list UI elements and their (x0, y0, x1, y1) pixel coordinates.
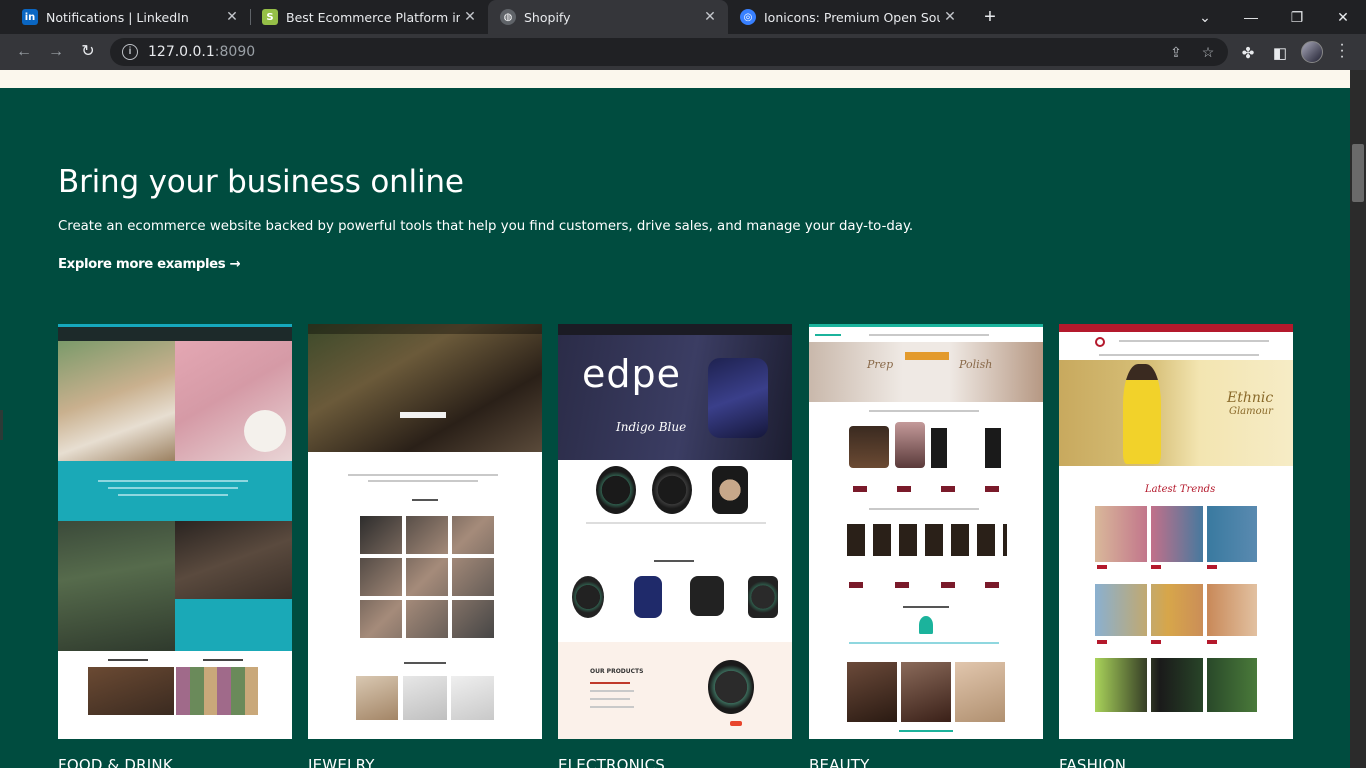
address-bar[interactable]: i 127.0.0.1:8090 ⇪ ☆ (110, 38, 1228, 66)
category-label: FOOD & DRINK (58, 756, 173, 768)
profile-avatar[interactable] (1301, 41, 1323, 63)
banner-text-right: Polish (959, 358, 993, 371)
products-heading: OUR PRODUCTS (590, 668, 644, 675)
side-panel-icon[interactable]: ◧ (1270, 44, 1290, 64)
bookmark-star-icon[interactable]: ☆ (1200, 44, 1216, 60)
shopify-icon: S (262, 9, 278, 25)
extensions-icon[interactable]: ✤ (1238, 44, 1258, 64)
new-tab-button[interactable]: + (978, 4, 1002, 30)
site-info-icon[interactable]: i (122, 44, 138, 60)
tagline-text: Indigo Blue (616, 420, 687, 434)
tab-ionicons[interactable]: ◎ Ionicons: Premium Open Source Icons ✕ (728, 0, 968, 34)
banner-title: Ethnic (1227, 390, 1274, 406)
close-icon[interactable]: ✕ (460, 9, 480, 25)
forest-photo (58, 521, 175, 651)
tab-title: Ionicons: Premium Open Source Icons (764, 9, 940, 25)
example-card-jewelry[interactable] (308, 324, 542, 739)
banner-subtitle: Glamour (1229, 406, 1273, 417)
model-photo (901, 662, 951, 722)
globe-icon: ◍ (500, 9, 516, 25)
model-photo (955, 662, 1005, 722)
linkedin-icon: in (22, 9, 38, 25)
category-label: BEAUTY (809, 756, 870, 768)
example-card-fashion[interactable]: Ethnic Glamour Latest Trends (1059, 324, 1293, 739)
restore-button[interactable]: ❐ (1274, 0, 1320, 34)
browser-toolbar: ← → ↻ i 127.0.0.1:8090 ⇪ ☆ (0, 34, 1366, 70)
hero-banner (809, 342, 1043, 402)
brand-text: edpe (582, 352, 681, 396)
tab-shopify[interactable]: ◍ Shopify ✕ (488, 0, 728, 34)
tab-title: Notifications | LinkedIn (46, 9, 189, 25)
explore-more-link[interactable]: Explore more examples → (58, 257, 241, 272)
close-icon[interactable]: ✕ (940, 9, 960, 25)
close-icon[interactable]: ✕ (700, 9, 720, 25)
beans-photo (175, 521, 292, 599)
close-icon[interactable]: ✕ (222, 9, 242, 25)
example-card-beauty[interactable]: Prep Polish (809, 324, 1043, 739)
example-card-food[interactable] (58, 324, 292, 739)
example-card-electronics[interactable]: edpe Indigo Blue OUR PRODUCTS (558, 324, 792, 739)
category-label: FASHION (1059, 756, 1127, 768)
hero-subline: Create an ecommerce website backed by po… (58, 219, 914, 234)
section-title: Latest Trends (1145, 484, 1216, 495)
tab-linkedin[interactable]: in Notifications | LinkedIn ✕ (0, 0, 250, 34)
tab-shopify-india[interactable]: S Best Ecommerce Platform in India ✕ (250, 0, 488, 34)
category-label: ELECTRONICS (558, 756, 666, 768)
category-label: JEWELRY (308, 756, 375, 768)
model-photo (847, 662, 897, 722)
minimize-button[interactable]: — (1228, 0, 1274, 34)
page-scrollbar[interactable] (1350, 70, 1366, 768)
banner-text-left: Prep (867, 358, 894, 371)
close-window-button[interactable]: ✕ (1320, 0, 1366, 34)
tab-title: Best Ecommerce Platform in India (286, 9, 460, 25)
scrollbar-thumb[interactable] (1352, 144, 1364, 202)
back-icon[interactable]: ← (12, 40, 36, 64)
tab-title: Shopify (524, 9, 571, 25)
browser-menu-icon[interactable]: · · · (1336, 37, 1348, 65)
share-icon[interactable]: ⇪ (1168, 44, 1184, 60)
hero-headline: Bring your business online (58, 164, 464, 200)
tab-search-icon[interactable]: ⌄ (1182, 0, 1228, 34)
top-strip (0, 70, 1350, 88)
edge-marker (0, 410, 3, 440)
forward-icon[interactable]: → (44, 40, 68, 64)
browser-tab-bar: in Notifications | LinkedIn ✕ S Best Eco… (0, 0, 1366, 34)
url-text: 127.0.0.1:8090 (148, 44, 256, 60)
teal-section (58, 461, 292, 521)
reload-icon[interactable]: ↻ (76, 40, 100, 64)
hero-photo (308, 324, 542, 452)
page-content: Bring your business online Create an eco… (0, 70, 1350, 768)
product-photo (58, 341, 175, 461)
ionicons-icon: ◎ (740, 9, 756, 25)
